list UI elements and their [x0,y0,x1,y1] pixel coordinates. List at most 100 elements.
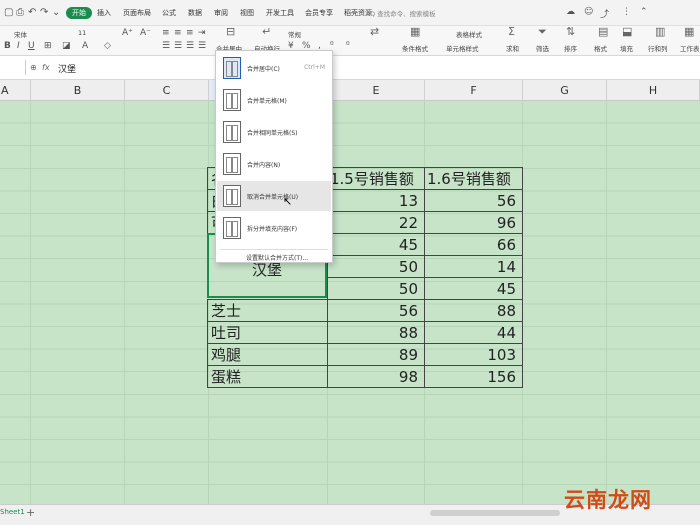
quick-access-menu-icon[interactable]: ⌄ [52,7,60,18]
cell-e-row9[interactable]: 98 [327,365,425,388]
user-icon[interactable]: ☺ [584,7,593,17]
collapse-icon[interactable]: ⌃ [640,7,648,17]
cell-d-row7[interactable]: 吐司 [207,321,328,344]
col-header-g[interactable]: G [523,80,607,101]
cell-f-row5[interactable]: 45 [424,277,523,300]
add-sheet-button[interactable]: + [26,506,35,519]
decrease-decimal-icon[interactable]: ⁰ [346,41,350,51]
bold-icon[interactable]: B [4,41,11,51]
tab-docer[interactable]: 稻壳资源 [344,8,372,18]
redo-icon[interactable]: ↷ [40,7,48,18]
font-shrink-icon[interactable]: A⁻ [140,28,151,38]
fill-icon[interactable]: ⬓ [622,25,632,38]
table-style-button[interactable]: 表格样式 [456,29,482,39]
merge-center-icon[interactable]: ⊟ [226,25,235,38]
rowcol-icon[interactable]: ▥ [655,25,665,38]
name-box[interactable] [0,60,26,75]
menu-item-unmerge[interactable]: 取消合并单元格(U) [217,181,331,211]
cell-f-row9[interactable]: 156 [424,365,523,388]
cell-d-row9[interactable]: 蛋糕 [207,365,328,388]
tab-page-layout[interactable]: 页面布局 [123,8,151,18]
cell-d-row6[interactable]: 芝士 [207,299,328,322]
menu-item-default-merge[interactable]: 设置默认合并方式(T)... [246,253,308,262]
tab-view[interactable]: 视图 [240,8,254,18]
col-header-e[interactable]: E [328,80,425,101]
cell-f-row8[interactable]: 103 [424,343,523,366]
wrap-icon[interactable]: ↵ [262,25,271,38]
menu-item-merge-center[interactable]: 合并居中(C) Ctrl+M [217,53,331,83]
menu-item-merge-cells[interactable]: 合并单元格(M) [217,85,331,115]
rowcol-button[interactable]: 行和列 [648,43,668,53]
cell-f-header[interactable]: 1.6号销售额 [424,167,523,190]
sort-button[interactable]: 排序 [564,43,577,53]
border-icon[interactable]: ⊞ [44,41,52,51]
format-button[interactable]: 格式 [594,43,607,53]
col-header-c[interactable]: C [125,80,209,101]
cell-f-row3[interactable]: 66 [424,233,523,256]
font-size-select[interactable]: 11 [78,29,86,37]
tab-formula[interactable]: 公式 [162,8,176,18]
font-grow-icon[interactable]: A⁺ [122,28,133,38]
cell-e-row7[interactable]: 88 [327,321,425,344]
cell-f-row7[interactable]: 44 [424,321,523,344]
tab-developer[interactable]: 开发工具 [266,8,294,18]
sheet-icon[interactable]: ▦ [684,25,694,38]
print-icon[interactable]: ⎙ [16,7,24,18]
cell-e-row3[interactable]: 45 [327,233,425,256]
more-icon[interactable]: ⋮ [622,7,631,17]
sheet-button[interactable]: 工作表 [680,43,700,53]
underline-icon[interactable]: U [28,41,35,51]
align-right-icon[interactable]: ☰ [186,41,194,51]
filter-icon[interactable]: ⏷ [538,25,547,39]
cell-e-header[interactable]: 1.5号销售额 [327,167,425,190]
format-icon[interactable]: ▤ [598,25,608,38]
italic-icon[interactable]: I [17,41,20,51]
cell-e-row5[interactable]: 50 [327,277,425,300]
zoom-icon[interactable]: ⊕ [30,63,37,72]
fill-color-icon[interactable]: ◪ [62,41,71,51]
conditional-format-icon[interactable]: ▦ [410,25,420,38]
align-top-icon[interactable]: ≡ [162,28,170,38]
col-header-b[interactable]: B [31,80,125,101]
tab-member[interactable]: 会员专享 [305,8,333,18]
cell-e-row2[interactable]: 22 [327,211,425,234]
command-search[interactable]: Q 查找命令、搜索模板 [370,8,436,18]
cell-e-row8[interactable]: 89 [327,343,425,366]
eraser-icon[interactable]: ◇ [104,41,111,51]
col-header-h[interactable]: H [607,80,700,101]
save-icon[interactable]: ▢ [4,7,13,18]
tab-home[interactable]: 开始 [66,7,92,19]
align-bottom-icon[interactable]: ≡ [186,28,194,38]
font-color-icon[interactable]: A [82,41,88,51]
menu-item-split-fill[interactable]: 拆分并填充内容(F) [217,213,331,243]
cell-e-row6[interactable]: 56 [327,299,425,322]
cloud-icon[interactable]: ☁ [566,7,575,17]
tab-insert[interactable]: 插入 [97,8,111,18]
align-middle-icon[interactable]: ≡ [174,28,182,38]
conditional-format-button[interactable]: 条件格式 [402,43,428,53]
cell-e-row4[interactable]: 50 [327,255,425,278]
sum-icon[interactable]: Σ [508,25,515,38]
col-header-a[interactable]: A [0,80,31,101]
menu-item-merge-same[interactable]: 合并相同单元格(S) [217,117,331,147]
justify-icon[interactable]: ☰ [198,41,206,51]
align-center-icon[interactable]: ☰ [174,41,182,51]
cell-e-row1[interactable]: 13 [327,189,425,212]
menu-item-merge-content[interactable]: 合并内容(N) [217,149,331,179]
cell-f-row6[interactable]: 88 [424,299,523,322]
horizontal-scrollbar[interactable] [430,510,560,516]
cell-d-row8[interactable]: 鸡腿 [207,343,328,366]
type-convert-icon[interactable]: ⇄ [370,25,379,38]
cell-f-row4[interactable]: 14 [424,255,523,278]
cell-style-button[interactable]: 单元格样式 [446,43,479,53]
cell-f-row1[interactable]: 56 [424,189,523,212]
fill-button[interactable]: 填充 [620,43,633,53]
font-name-select[interactable]: 宋体 [14,29,27,39]
col-header-f[interactable]: F [425,80,523,101]
filter-button[interactable]: 筛选 [536,43,549,53]
sheet-tab-sheet1[interactable]: Sheet1 [0,508,25,516]
undo-icon[interactable]: ↶ [28,7,36,18]
indent-icon[interactable]: ⇥ [198,28,206,38]
number-format-select[interactable]: 常规 [288,29,301,39]
sort-icon[interactable]: ⇅ [566,25,575,38]
